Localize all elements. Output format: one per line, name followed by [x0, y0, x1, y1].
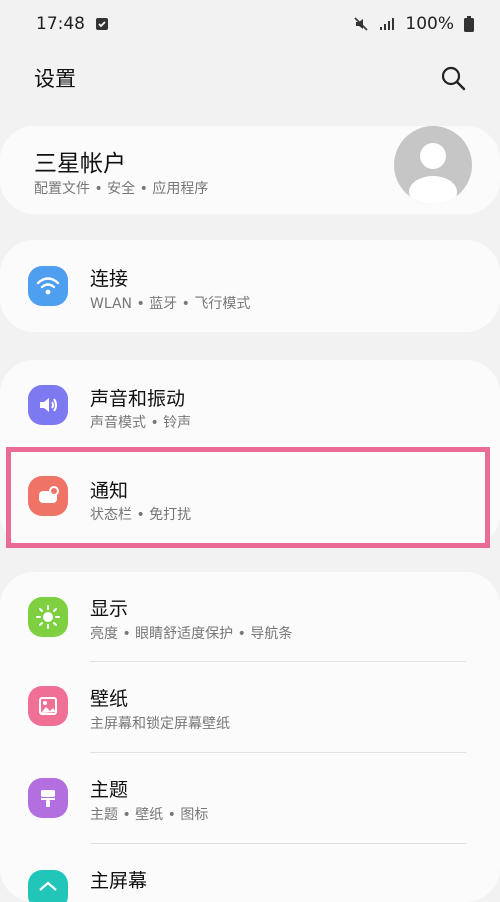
item-title: 声音和振动: [90, 388, 186, 410]
settings-item-sound[interactable]: 声音和振动 声音模式 • 铃声: [0, 360, 500, 450]
page-title: 设置: [34, 67, 76, 91]
item-subtitle: 主题 • 壁纸 • 图标: [90, 807, 209, 823]
settings-item-wallpaper[interactable]: 壁纸 主屏幕和锁定屏幕壁纸: [0, 662, 500, 752]
account-title: 三星帐户: [34, 151, 126, 177]
wallpaper-icon: [28, 686, 68, 726]
settings-item-home-screen[interactable]: 主屏幕: [0, 844, 500, 902]
sound-notification-card: 声音和振动 声音模式 • 铃声 通知 状态栏 • 免打扰: [0, 360, 500, 548]
item-subtitle: WLAN • 蓝牙 • 飞行模式: [90, 296, 251, 312]
item-title: 连接: [90, 268, 129, 290]
settings-item-connections[interactable]: 连接 WLAN • 蓝牙 • 飞行模式: [0, 240, 500, 330]
item-subtitle: 状态栏 • 免打扰: [90, 507, 192, 523]
theme-brush-icon: [28, 778, 68, 818]
search-button[interactable]: [436, 61, 470, 95]
display-card: 显示 亮度 • 眼睛舒适度保护 • 导航条 壁纸 主屏幕和锁定屏幕壁纸 主题 主…: [0, 572, 500, 902]
signal-icon: [379, 17, 395, 31]
search-icon: [441, 66, 466, 91]
status-bar: 17:48 100%: [0, 0, 500, 48]
mute-icon: [353, 16, 369, 32]
item-subtitle: 声音模式 • 铃声: [90, 415, 192, 431]
battery-icon: [464, 16, 474, 32]
item-subtitle: 亮度 • 眼睛舒适度保护 • 导航条: [90, 626, 293, 642]
settings-item-display[interactable]: 显示 亮度 • 眼睛舒适度保护 • 导航条: [0, 572, 500, 662]
item-title: 显示: [90, 598, 129, 620]
item-title: 壁纸: [90, 688, 129, 710]
item-title: 通知: [90, 480, 129, 502]
brightness-icon: [28, 597, 68, 637]
header: 设置: [0, 52, 500, 104]
wifi-icon: [28, 266, 68, 306]
person-avatar-icon[interactable]: [394, 126, 472, 204]
check-square-icon: [95, 17, 109, 31]
notification-icon: [28, 476, 68, 516]
item-subtitle: 主屏幕和锁定屏幕壁纸: [90, 716, 230, 732]
settings-item-themes[interactable]: 主题 主题 • 壁纸 • 图标: [0, 753, 500, 843]
battery-percent: 100%: [405, 14, 454, 34]
home-screen-icon: [28, 870, 68, 902]
account-subtitle: 配置文件 • 安全 • 应用程序: [34, 181, 209, 197]
connections-card: 连接 WLAN • 蓝牙 • 飞行模式: [0, 240, 500, 332]
item-title: 主屏幕: [90, 870, 148, 892]
status-time: 17:48: [36, 14, 85, 34]
item-title: 主题: [90, 779, 129, 801]
volume-icon: [28, 385, 68, 425]
settings-item-notifications[interactable]: 通知 状态栏 • 免打扰: [0, 452, 500, 542]
